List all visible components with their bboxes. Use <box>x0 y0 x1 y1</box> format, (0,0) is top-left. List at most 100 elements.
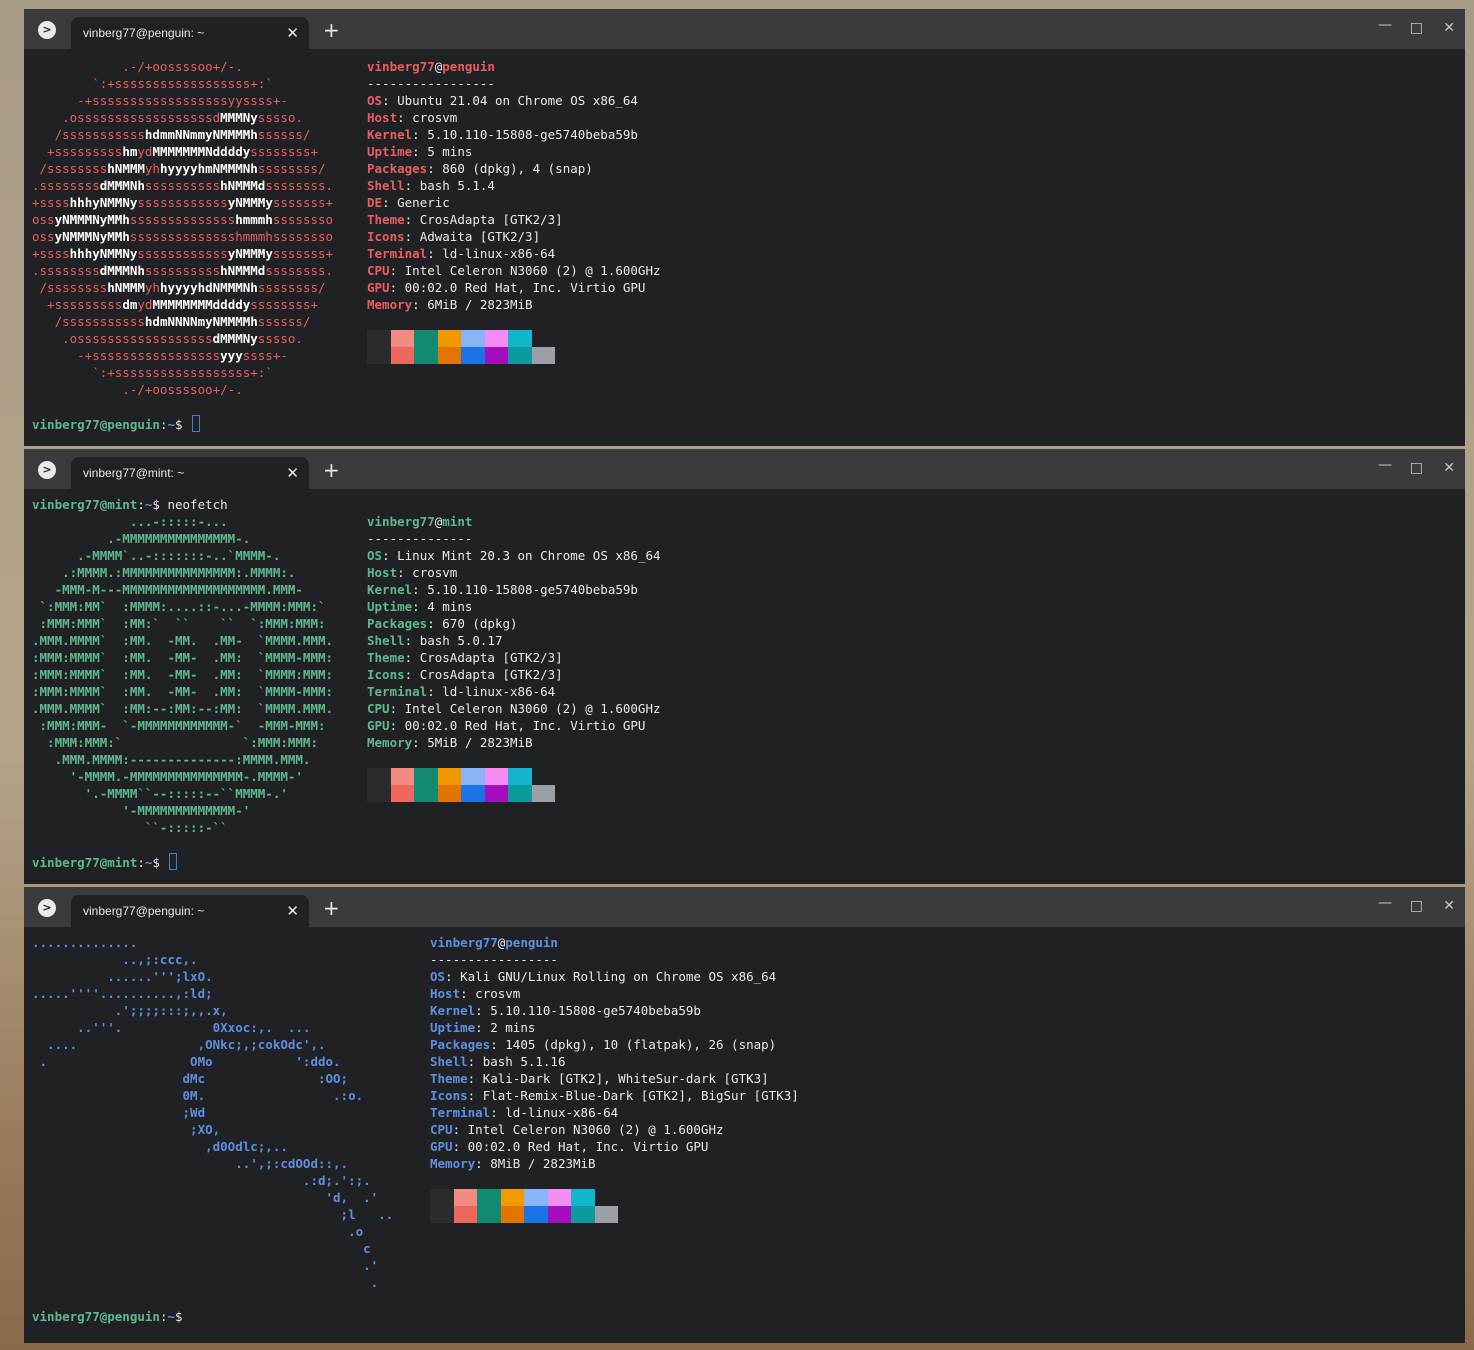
palette-swatch <box>461 330 485 347</box>
info-key: CPU <box>430 1122 453 1137</box>
logo-line: '-MMMMMMMMMMMMM-' <box>32 803 251 818</box>
info-value: bash 5.1.16 <box>482 1054 566 1069</box>
logo-segment: sssssss+ <box>272 246 334 261</box>
info-key: Theme <box>430 1071 468 1086</box>
info-colon: : <box>404 229 420 244</box>
info-colon: : <box>427 246 443 261</box>
logo-segment: /sssssssssss <box>32 127 145 142</box>
logo-segment: yh <box>144 280 160 295</box>
palette-swatch <box>508 768 532 785</box>
palette-swatch <box>531 330 555 347</box>
info-key: Shell <box>430 1054 468 1069</box>
window-titlebar[interactable]: > vinberg77@penguin: ~ ✕ + — □ ✕ <box>24 887 1465 927</box>
window-titlebar[interactable]: > vinberg77@penguin: ~ ✕ + — □ ✕ <box>24 9 1465 49</box>
terminal-tab[interactable]: vinberg77@penguin: ~ ✕ <box>71 895 309 927</box>
palette-swatch <box>461 347 485 364</box>
info-value: Ubuntu 21.04 on Chrome OS x86_64 <box>397 93 638 108</box>
logo-segment: MMMMMMMMddddy <box>152 297 251 312</box>
close-window-button[interactable]: ✕ <box>1443 460 1455 476</box>
close-window-button[interactable]: ✕ <box>1443 898 1455 914</box>
info-key: Uptime <box>367 144 413 159</box>
window-titlebar[interactable]: > vinberg77@mint: ~ ✕ + — □ ✕ <box>24 449 1465 489</box>
logo-segment: /ssssssss <box>32 161 108 176</box>
color-palette <box>367 330 555 364</box>
info-value: CrosAdapta [GTK2/3] <box>419 650 563 665</box>
logo-line: :MMM:MMMM` :MM. -MM- .MM: `MMMM:MMM: <box>32 667 334 682</box>
info-value: crosvm <box>412 110 458 125</box>
logo-line: /sssssssshNMMMyhhyyyyhmNMMMNhssssssss/ <box>32 161 326 176</box>
logo-line: .MMM.MMMM:--------------:MMMM.MMM. <box>32 752 311 767</box>
palette-swatch <box>437 785 461 802</box>
info-value: 5 mins <box>427 144 473 159</box>
ubuntu-ascii-logo: .-/+oossssoo+/-. `:+ssssssssssssssssss+:… <box>32 58 333 398</box>
minimize-button[interactable]: — <box>1378 457 1392 473</box>
terminal-tab[interactable]: vinberg77@mint: ~ ✕ <box>71 457 309 489</box>
palette-swatch <box>484 347 508 364</box>
logo-segment: yyy <box>220 348 243 363</box>
info-value: 2 mins <box>490 1020 536 1035</box>
logo-line: :MMM:MMM- `-MMMMMMMMMMMM-` -MMM-MMM: <box>32 718 326 733</box>
terminal-window-mint: > vinberg77@mint: ~ ✕ + — □ ✕ vinberg77@… <box>24 449 1465 884</box>
info-colon: : <box>475 1020 491 1035</box>
color-palette <box>367 768 555 802</box>
logo-segment: oss <box>32 229 55 244</box>
info-user: vinberg77 <box>430 935 498 950</box>
palette-swatch <box>547 1206 571 1223</box>
logo-line: dMc :OO; <box>32 1071 349 1086</box>
info-value: Generic <box>397 195 450 210</box>
palette-swatch <box>414 347 438 364</box>
new-tab-button[interactable]: + <box>323 896 340 920</box>
shell-prompt[interactable]: vinberg77@penguin:~$ <box>32 415 201 433</box>
logo-segment: hNMMM <box>107 280 145 295</box>
minimize-button[interactable]: — <box>1378 17 1392 33</box>
logo-segment: /sssssssssss <box>32 314 145 329</box>
info-colon: : <box>404 667 420 682</box>
palette-swatch <box>390 330 414 347</box>
logo-line: .....''''..........,:ld; <box>32 986 213 1001</box>
logo-segment: hNMMMd <box>220 178 266 193</box>
maximize-button[interactable]: □ <box>1410 460 1423 476</box>
maximize-button[interactable]: □ <box>1410 20 1423 36</box>
new-tab-button[interactable]: + <box>323 18 340 42</box>
terminal-app-icon: > <box>38 461 56 479</box>
logo-segment: hdmNNNNmyNMMMMh <box>144 314 258 329</box>
logo-segment: ssssssss+ <box>250 297 319 312</box>
logo-segment: ssss+- <box>242 348 288 363</box>
shell-prompt[interactable]: vinberg77@mint:~$ <box>32 853 178 871</box>
logo-line: :MMM:MMM` :MM:` `` `` `:MMM:MMM: <box>32 616 326 631</box>
new-tab-button[interactable]: + <box>323 458 340 482</box>
logo-segment: yNMMMy <box>227 246 273 261</box>
info-value: 00:02.0 Red Hat, Inc. Virtio GPU <box>467 1139 709 1154</box>
minimize-button[interactable]: — <box>1378 895 1392 911</box>
tab-close-icon[interactable]: ✕ <box>286 464 299 482</box>
logo-segment: yNMMMNyMMh <box>54 212 130 227</box>
tab-title: vinberg77@penguin: ~ <box>83 26 205 40</box>
maximize-button[interactable]: □ <box>1410 898 1423 914</box>
info-key: Kernel <box>367 582 413 597</box>
logo-line: .-MMMMMMMMMMMMMMM-. <box>32 531 251 546</box>
info-colon: : <box>467 1071 483 1086</box>
logo-line: ...-:::::-... <box>32 514 228 529</box>
palette-swatch <box>390 785 414 802</box>
logo-segment: .-/+oossssoo+/-. <box>32 59 243 74</box>
palette-swatch <box>547 1189 571 1206</box>
tab-close-icon[interactable]: ✕ <box>286 24 299 42</box>
shell-prompt[interactable]: vinberg77@penguin:~$ <box>32 1308 183 1325</box>
info-value: Flat-Remix-Blue-Dark [GTK2], BigSur [GTK… <box>482 1088 799 1103</box>
logo-segment: -+sssssssssssssssss <box>32 348 221 363</box>
close-window-button[interactable]: ✕ <box>1443 20 1455 36</box>
palette-swatch <box>414 330 438 347</box>
info-colon: : <box>427 684 443 699</box>
info-colon: : <box>467 1054 483 1069</box>
tab-close-icon[interactable]: ✕ <box>286 902 299 920</box>
logo-segment: yh <box>144 161 160 176</box>
palette-swatch <box>508 330 532 347</box>
info-key: Uptime <box>367 599 413 614</box>
info-value: bash 5.0.17 <box>419 633 503 648</box>
palette-swatch <box>461 785 485 802</box>
logo-line: ..',;:cdOOd::,. <box>32 1156 349 1171</box>
logo-segment: dMMMNh <box>99 178 145 193</box>
info-user: vinberg77 <box>367 514 435 529</box>
terminal-tab[interactable]: vinberg77@penguin: ~ ✕ <box>71 17 309 49</box>
info-value: 00:02.0 Red Hat, Inc. Virtio GPU <box>404 718 646 733</box>
